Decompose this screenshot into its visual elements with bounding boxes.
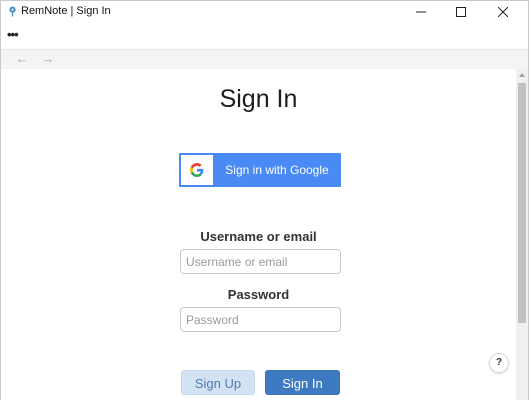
password-input[interactable] (180, 307, 341, 332)
title-bar: RemNote | Sign In (1, 1, 528, 23)
app-window: RemNote | Sign In ••• ← → Sign In Sign i… (0, 0, 529, 400)
password-label: Password (227, 287, 290, 302)
close-button[interactable] (483, 1, 523, 23)
google-signin-label: Sign in with Google (225, 163, 329, 177)
minimize-button[interactable] (401, 1, 441, 23)
menu-bar: ••• (1, 23, 528, 49)
signin-page: Sign In Sign in with Google Username or … (1, 69, 516, 400)
username-label: Username or email (200, 229, 317, 244)
close-icon (498, 7, 508, 17)
arrow-left-icon[interactable]: ← (14, 52, 30, 66)
help-button[interactable]: ? (489, 353, 509, 373)
google-icon-container (181, 155, 213, 185)
window-title: RemNote | Sign In (21, 5, 111, 17)
page-title: Sign In (219, 85, 298, 113)
signup-button[interactable]: Sign Up (181, 370, 255, 395)
google-g-icon (190, 163, 204, 177)
google-signin-button[interactable]: Sign in with Google (179, 153, 341, 187)
minimize-icon (416, 11, 426, 13)
vertical-scrollbar[interactable] (516, 69, 528, 400)
signin-button[interactable]: Sign In (265, 370, 340, 395)
maximize-button[interactable] (441, 1, 481, 23)
remnote-logo-icon (9, 6, 16, 17)
more-options-button[interactable]: ••• (7, 28, 19, 41)
scrollbar-thumb[interactable] (518, 83, 526, 323)
navigation-bar: ← → (1, 49, 528, 69)
arrow-right-icon[interactable]: → (40, 52, 56, 66)
username-input[interactable] (180, 249, 341, 274)
scroll-up-icon[interactable] (518, 71, 526, 79)
maximize-icon (456, 7, 466, 17)
